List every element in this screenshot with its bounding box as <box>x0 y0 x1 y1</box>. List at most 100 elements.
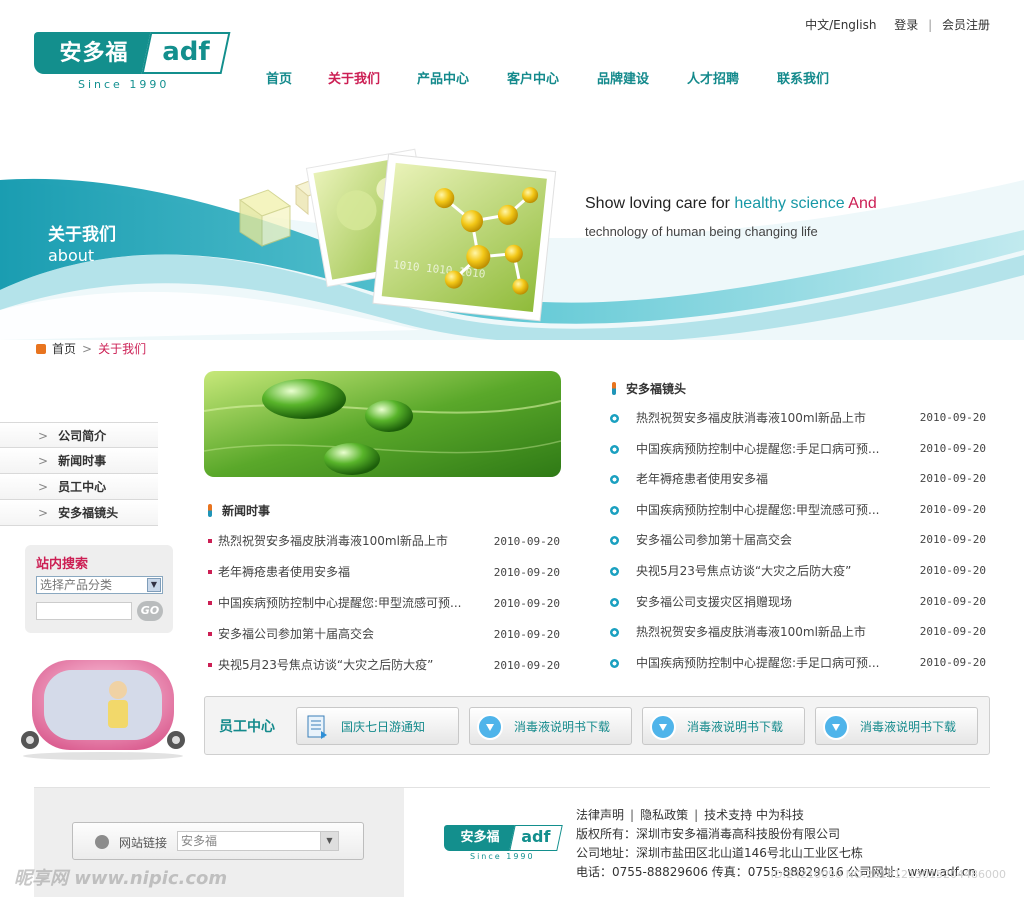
list-item[interactable]: 中国疾病预防控制中心提醒您:甲型流感可预... 2010-09-20 <box>610 495 986 526</box>
list-item[interactable]: 热烈祝贺安多福皮肤消毒液100ml新品上市 2010-09-20 <box>610 617 986 648</box>
lens-title[interactable]: 热烈祝贺安多福皮肤消毒液100ml新品上市 <box>636 403 866 433</box>
tv-illustration <box>21 660 185 760</box>
list-item[interactable]: 老年褥疮患者使用安多福 2010-09-20 <box>610 464 986 495</box>
footer-since: Since 1990 <box>470 852 535 861</box>
download-button[interactable]: 消毒液说明书下载 <box>815 707 978 745</box>
list-item[interactable]: 央视5月23号焦点访谈“大灾之后防大疫” 2010-09-20 <box>208 650 560 681</box>
button-label: 消毒液说明书下载 <box>860 720 957 734</box>
banner-title: 关于我们 <box>48 225 116 245</box>
nav-contact[interactable]: 联系我们 <box>777 68 829 87</box>
breadcrumb-home[interactable]: 首页 <box>52 342 76 356</box>
lens-title[interactable]: 老年褥疮患者使用安多福 <box>636 464 768 494</box>
button-label: 消毒液说明书下载 <box>514 720 611 734</box>
news-title[interactable]: 央视5月23号焦点访谈“大灾之后防大疫” <box>218 650 433 681</box>
chevron-down-icon[interactable]: ▼ <box>320 832 338 850</box>
address: 公司地址：深圳市盐田区北山道146号北山工业区七栋 <box>576 846 863 860</box>
chevron-down-icon[interactable]: ▼ <box>147 578 161 592</box>
lens-date: 2010-09-20 <box>919 563 986 577</box>
list-item[interactable]: 安多福公司参加第十届高交会 2010-09-20 <box>610 525 986 556</box>
go-button[interactable]: GO <box>137 601 163 621</box>
register-link[interactable]: 会员注册 <box>942 18 990 32</box>
lens-title[interactable]: 央视5月23号焦点访谈“大灾之后防大疫” <box>636 556 851 586</box>
banner-subtitle: about <box>48 246 95 265</box>
lens-title[interactable]: 安多福公司参加第十届高交会 <box>636 525 792 555</box>
nav-customers[interactable]: 客户中心 <box>507 68 559 87</box>
lens-title[interactable]: 安多福公司支援灾区捐赠现场 <box>636 587 792 617</box>
notice-button[interactable]: 国庆七日游通知 <box>296 707 459 745</box>
nav-about[interactable]: 关于我们 <box>328 68 380 87</box>
logo-cn: 安多福 <box>34 32 154 74</box>
bullet-icon <box>610 536 619 546</box>
sidebar-item-company[interactable]: > 公司简介 <box>0 422 158 448</box>
list-item[interactable]: 热烈祝贺安多福皮肤消毒液100ml新品上市 2010-09-20 <box>208 526 560 557</box>
support-link[interactable]: 技术支持 中为科技 <box>704 808 804 822</box>
document-icon <box>307 715 327 739</box>
logo-en: adf <box>141 32 231 74</box>
lens-date: 2010-09-20 <box>919 472 986 486</box>
footer-logo-en: adf <box>509 825 563 851</box>
sidebar-item-lens[interactable]: > 安多福镜头 <box>0 500 158 526</box>
watermark: 昵享网 www.nipic.com <box>14 868 228 889</box>
button-label: 国庆七日游通知 <box>341 720 426 734</box>
nav-home[interactable]: 首页 <box>266 68 292 87</box>
banner: 1010 1010 1010 关于我们 about Show loving ca… <box>0 140 1024 340</box>
news-title[interactable]: 老年褥疮患者使用安多福 <box>218 557 350 588</box>
friend-links: 网站链接 安多福 ▼ <box>72 822 364 860</box>
copyright: 版权所有：深圳市安多福消毒高科技股份有限公司 <box>576 827 841 841</box>
friend-links-label: 网站链接 <box>119 836 168 850</box>
lens-title[interactable]: 中国疾病预防控制中心提醒您:手足口病可预... <box>636 648 880 678</box>
sidebar-item-label: 新闻时事 <box>58 454 107 468</box>
button-label: 消毒液说明书下载 <box>687 720 784 734</box>
list-item[interactable]: 安多福公司参加第十届高交会 2010-09-20 <box>208 619 560 650</box>
chevron-right-icon: > <box>38 506 49 520</box>
sidebar-item-news[interactable]: > 新闻时事 <box>0 448 158 474</box>
chevron-right-icon: > <box>38 429 49 443</box>
chevron-right-icon: > <box>38 480 49 494</box>
list-item[interactable]: 老年褥疮患者使用安多福 2010-09-20 <box>208 557 560 588</box>
site-search: 站内搜索 选择产品分类 ▼ GO <box>25 545 173 633</box>
lens-heading: 安多福镜头 <box>612 380 686 397</box>
bullet-icon <box>610 505 619 515</box>
news-title[interactable]: 热烈祝贺安多福皮肤消毒液100ml新品上市 <box>218 526 448 557</box>
news-title[interactable]: 安多福公司参加第十届高交会 <box>218 619 374 650</box>
list-item[interactable]: 央视5月23号焦点访谈“大灾之后防大疫” 2010-09-20 <box>610 556 986 587</box>
legal-link[interactable]: 法律声明 <box>576 808 624 822</box>
category-select-value: 选择产品分类 <box>40 578 113 592</box>
site-search-title: 站内搜索 <box>36 557 89 572</box>
news-list: 热烈祝贺安多福皮肤消毒液100ml新品上市 2010-09-20 老年褥疮患者使用… <box>208 526 560 681</box>
chevron-right-icon: > <box>82 342 93 356</box>
lens-title[interactable]: 中国疾病预防控制中心提醒您:甲型流感可预... <box>636 495 880 525</box>
header: 安多福 adf Since 1990 中文/English 登录 | 会员注册 … <box>0 0 1024 110</box>
bullet-icon <box>610 628 619 638</box>
news-title[interactable]: 中国疾病预防控制中心提醒您:甲型流感可预... <box>218 588 462 619</box>
list-item[interactable]: 安多福公司支援灾区捐赠现场 2010-09-20 <box>610 587 986 618</box>
nav-products[interactable]: 产品中心 <box>417 68 469 87</box>
lens-date: 2010-09-20 <box>919 655 986 669</box>
list-item[interactable]: 热烈祝贺安多福皮肤消毒液100ml新品上市 2010-09-20 <box>610 403 986 434</box>
list-item[interactable]: 中国疾病预防控制中心提醒您:甲型流感可预... 2010-09-20 <box>208 588 560 619</box>
sidebar-item-staff[interactable]: > 员工中心 <box>0 474 158 500</box>
lens-date: 2010-09-20 <box>919 625 986 639</box>
login-link[interactable]: 登录 <box>894 18 918 32</box>
list-item[interactable]: 中国疾病预防控制中心提醒您:手足口病可预... 2010-09-20 <box>610 434 986 465</box>
lens-title[interactable]: 热烈祝贺安多福皮肤消毒液100ml新品上市 <box>636 617 866 647</box>
friend-links-select[interactable]: 安多福 ▼ <box>177 831 339 851</box>
friend-links-value: 安多福 <box>181 834 218 848</box>
sidebar-menu: > 公司简介 > 新闻时事 > 员工中心 > 安多福镜头 <box>0 422 158 526</box>
bullet-icon <box>208 570 212 574</box>
language-link[interactable]: 中文/English <box>805 18 876 32</box>
bullet-icon <box>610 566 619 576</box>
nav-careers[interactable]: 人才招聘 <box>687 68 739 87</box>
list-item[interactable]: 中国疾病预防控制中心提醒您:手足口病可预... 2010-09-20 <box>610 648 986 679</box>
footer-links: 法律声明 | 隐私政策 | 技术支持 中为科技 <box>576 808 804 822</box>
privacy-link[interactable]: 隐私政策 <box>640 808 688 822</box>
breadcrumb-current: 关于我们 <box>98 342 147 356</box>
nav-brand[interactable]: 品牌建设 <box>597 68 649 87</box>
download-button[interactable]: 消毒液说明书下载 <box>642 707 805 745</box>
lens-title[interactable]: 中国疾病预防控制中心提醒您:手足口病可预... <box>636 434 880 464</box>
logo[interactable]: 安多福 adf <box>34 32 231 74</box>
search-input[interactable] <box>36 602 132 620</box>
link-icon <box>95 835 109 849</box>
download-button[interactable]: 消毒液说明书下载 <box>469 707 632 745</box>
category-select[interactable]: 选择产品分类 ▼ <box>36 576 163 594</box>
